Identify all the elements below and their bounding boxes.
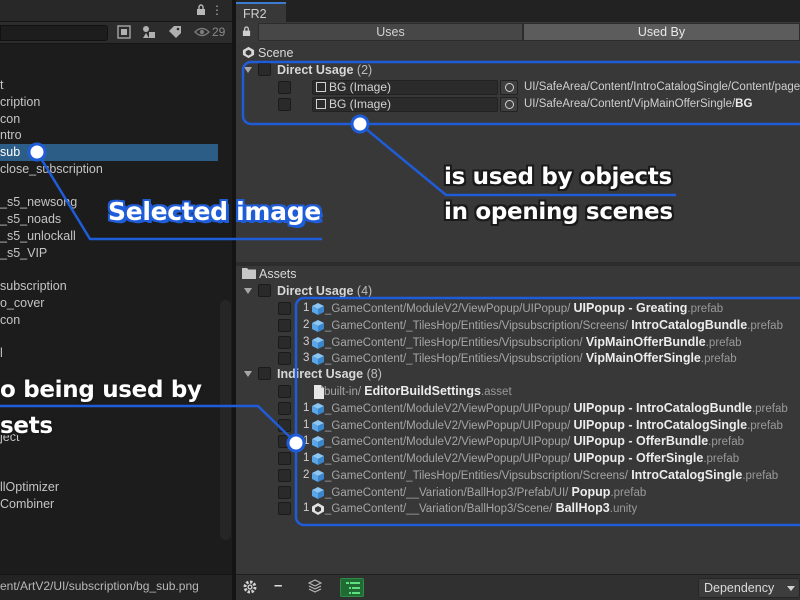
assets-callout-line2: sets [0, 413, 53, 439]
selected-image-callout: Selected image [108, 197, 321, 226]
scene-highlight-box [241, 60, 800, 126]
selected-callout-dot [27, 142, 47, 162]
scene-callout-line1: is used by objects [444, 164, 672, 190]
assets-callout-dot [286, 433, 306, 453]
assets-highlight-box [294, 296, 800, 527]
scene-callout-dot [350, 114, 370, 134]
callout-overlay [0, 60, 800, 527]
assets-callout-line1: o being used by [0, 377, 202, 403]
scene-callout-line2: in opening scenes [444, 199, 673, 225]
